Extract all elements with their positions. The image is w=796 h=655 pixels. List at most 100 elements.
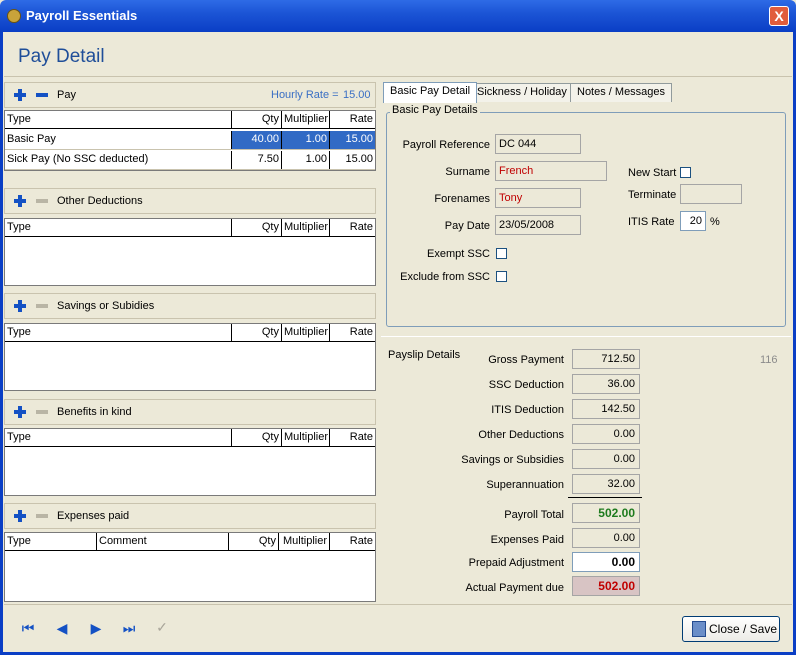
expenses-header: Expenses paid [4, 503, 376, 529]
savings-grid[interactable]: Type Qty Multiplier Rate [4, 323, 376, 391]
grid-header: Type Comment Qty Multiplier Rate [5, 533, 375, 551]
cell-multiplier[interactable]: 1.00 [282, 131, 330, 149]
col-qty[interactable]: Qty [229, 533, 279, 551]
grid-header: Type Qty Multiplier Rate [5, 219, 375, 237]
cell-qty[interactable]: 40.00 [232, 131, 282, 149]
gross-payment-value: 712.50 [572, 349, 640, 369]
tab-basic-pay-detail[interactable]: Basic Pay Detail [383, 82, 478, 103]
col-type[interactable]: Type [5, 324, 232, 342]
itis-rate-input[interactable]: 20 [680, 211, 706, 231]
other-deductions-header: Other Deductions [4, 188, 376, 214]
grid-header: Type Qty Multiplier Rate [5, 324, 375, 342]
remove-pay-icon[interactable] [36, 93, 48, 97]
pay-section-label: Pay [57, 89, 76, 101]
benefits-grid[interactable]: Type Qty Multiplier Rate [4, 428, 376, 496]
col-multiplier[interactable]: Multiplier [282, 429, 330, 447]
benefits-label: Benefits in kind [57, 406, 132, 418]
col-qty[interactable]: Qty [232, 111, 282, 129]
pay-grid[interactable]: Type Qty Multiplier Rate Basic Pay 40.00… [4, 110, 376, 171]
window-title: Payroll Essentials [26, 8, 138, 23]
other-deductions-grid[interactable]: Type Qty Multiplier Rate [4, 218, 376, 286]
other-deductions-label: Other Deductions [57, 195, 143, 207]
hourly-rate-label: Hourly Rate = [271, 89, 339, 101]
close-save-label: Close / Save [709, 622, 778, 636]
actual-payment-label: Actual Payment due [465, 582, 564, 594]
savings-header: Savings or Subidies [4, 293, 376, 319]
superannuation-label: Superannuation [486, 479, 564, 491]
cell-rate[interactable]: 15.00 [330, 151, 375, 169]
gross-payment-label: Gross Payment [488, 354, 564, 366]
forenames-field[interactable]: Tony [495, 188, 581, 208]
terminate-field[interactable] [680, 184, 742, 204]
col-rate[interactable]: Rate [330, 429, 375, 447]
table-row[interactable]: Sick Pay (No SSC deducted) 7.50 1.00 15.… [5, 151, 375, 170]
divider [4, 604, 792, 605]
last-record-icon[interactable]: ⏭ [121, 621, 137, 635]
total-rule [568, 497, 642, 498]
col-multiplier[interactable]: Multiplier [279, 533, 330, 551]
itis-deduction-value: 142.50 [572, 399, 640, 419]
col-type[interactable]: Type [5, 429, 232, 447]
page-title: Pay Detail [18, 46, 105, 67]
other-deductions-value: 0.00 [572, 424, 640, 444]
exclude-ssc-checkbox[interactable] [496, 271, 507, 282]
remove-expense-icon [36, 514, 48, 518]
cell-type: Sick Pay (No SSC deducted) [5, 151, 232, 169]
col-qty[interactable]: Qty [232, 429, 282, 447]
col-type[interactable]: Type [5, 111, 232, 129]
pay-date-label: Pay Date [444, 220, 490, 232]
add-saving-icon[interactable] [13, 299, 27, 313]
exempt-ssc-checkbox[interactable] [496, 248, 507, 259]
confirm-check-icon: ✓ [156, 619, 168, 635]
new-start-checkbox[interactable] [680, 167, 691, 178]
next-record-icon[interactable]: ▶ [88, 621, 104, 635]
col-multiplier[interactable]: Multiplier [282, 219, 330, 237]
ssc-deduction-value: 36.00 [572, 374, 640, 394]
hourly-rate-value: 15.00 [343, 89, 371, 101]
tab-notes-messages[interactable]: Notes / Messages [570, 83, 673, 102]
expenses-grid[interactable]: Type Comment Qty Multiplier Rate [4, 532, 376, 602]
savings-subsidies-value: 0.00 [572, 449, 640, 469]
col-rate[interactable]: Rate [330, 324, 375, 342]
surname-field[interactable]: French [495, 161, 607, 181]
payslip-counter: 116 [760, 354, 778, 366]
col-rate[interactable]: Rate [330, 533, 375, 551]
cell-qty[interactable]: 7.50 [232, 151, 282, 169]
payroll-reference-field[interactable]: DC 044 [495, 134, 581, 154]
add-benefit-icon[interactable] [13, 405, 27, 419]
itis-unit: % [710, 216, 720, 228]
terminate-label: Terminate [628, 189, 677, 201]
col-rate[interactable]: Rate [330, 111, 375, 129]
cell-rate[interactable]: 15.00 [330, 131, 375, 149]
prepaid-adjustment-input[interactable]: 0.00 [572, 552, 640, 572]
table-row[interactable]: Basic Pay 40.00 1.00 15.00 [5, 131, 375, 150]
add-deduction-icon[interactable] [13, 194, 27, 208]
col-type[interactable]: Type [5, 219, 232, 237]
col-multiplier[interactable]: Multiplier [282, 324, 330, 342]
col-qty[interactable]: Qty [232, 219, 282, 237]
pay-section-header: Pay Hourly Rate = 15.00 [4, 82, 376, 108]
savings-subsidies-label: Savings or Subsidies [461, 454, 564, 466]
col-type[interactable]: Type [5, 533, 97, 551]
add-pay-icon[interactable] [13, 88, 27, 102]
forenames-label: Forenames [434, 193, 490, 205]
col-qty[interactable]: Qty [232, 324, 282, 342]
add-expense-icon[interactable] [13, 509, 27, 523]
remove-benefit-icon [36, 410, 48, 414]
col-rate[interactable]: Rate [330, 219, 375, 237]
basic-pay-group-label: Basic Pay Details [390, 104, 480, 116]
tab-sickness-holiday[interactable]: Sickness / Holiday [470, 83, 574, 102]
itis-rate-label: ITIS Rate [628, 216, 675, 228]
cell-multiplier[interactable]: 1.00 [282, 151, 330, 169]
divider [4, 76, 792, 77]
grid-header: Type Qty Multiplier Rate [5, 429, 375, 447]
previous-record-icon[interactable]: ◀ [54, 621, 70, 635]
col-multiplier[interactable]: Multiplier [282, 111, 330, 129]
cell-type: Basic Pay [5, 131, 232, 149]
first-record-icon[interactable]: ⏮ [20, 621, 36, 635]
close-window-button[interactable]: X [769, 6, 789, 26]
pay-date-field[interactable]: 23/05/2008 [495, 215, 581, 235]
grid-header: Type Qty Multiplier Rate [5, 111, 375, 129]
col-comment[interactable]: Comment [97, 533, 229, 551]
payroll-total-label: Payroll Total [504, 509, 564, 521]
